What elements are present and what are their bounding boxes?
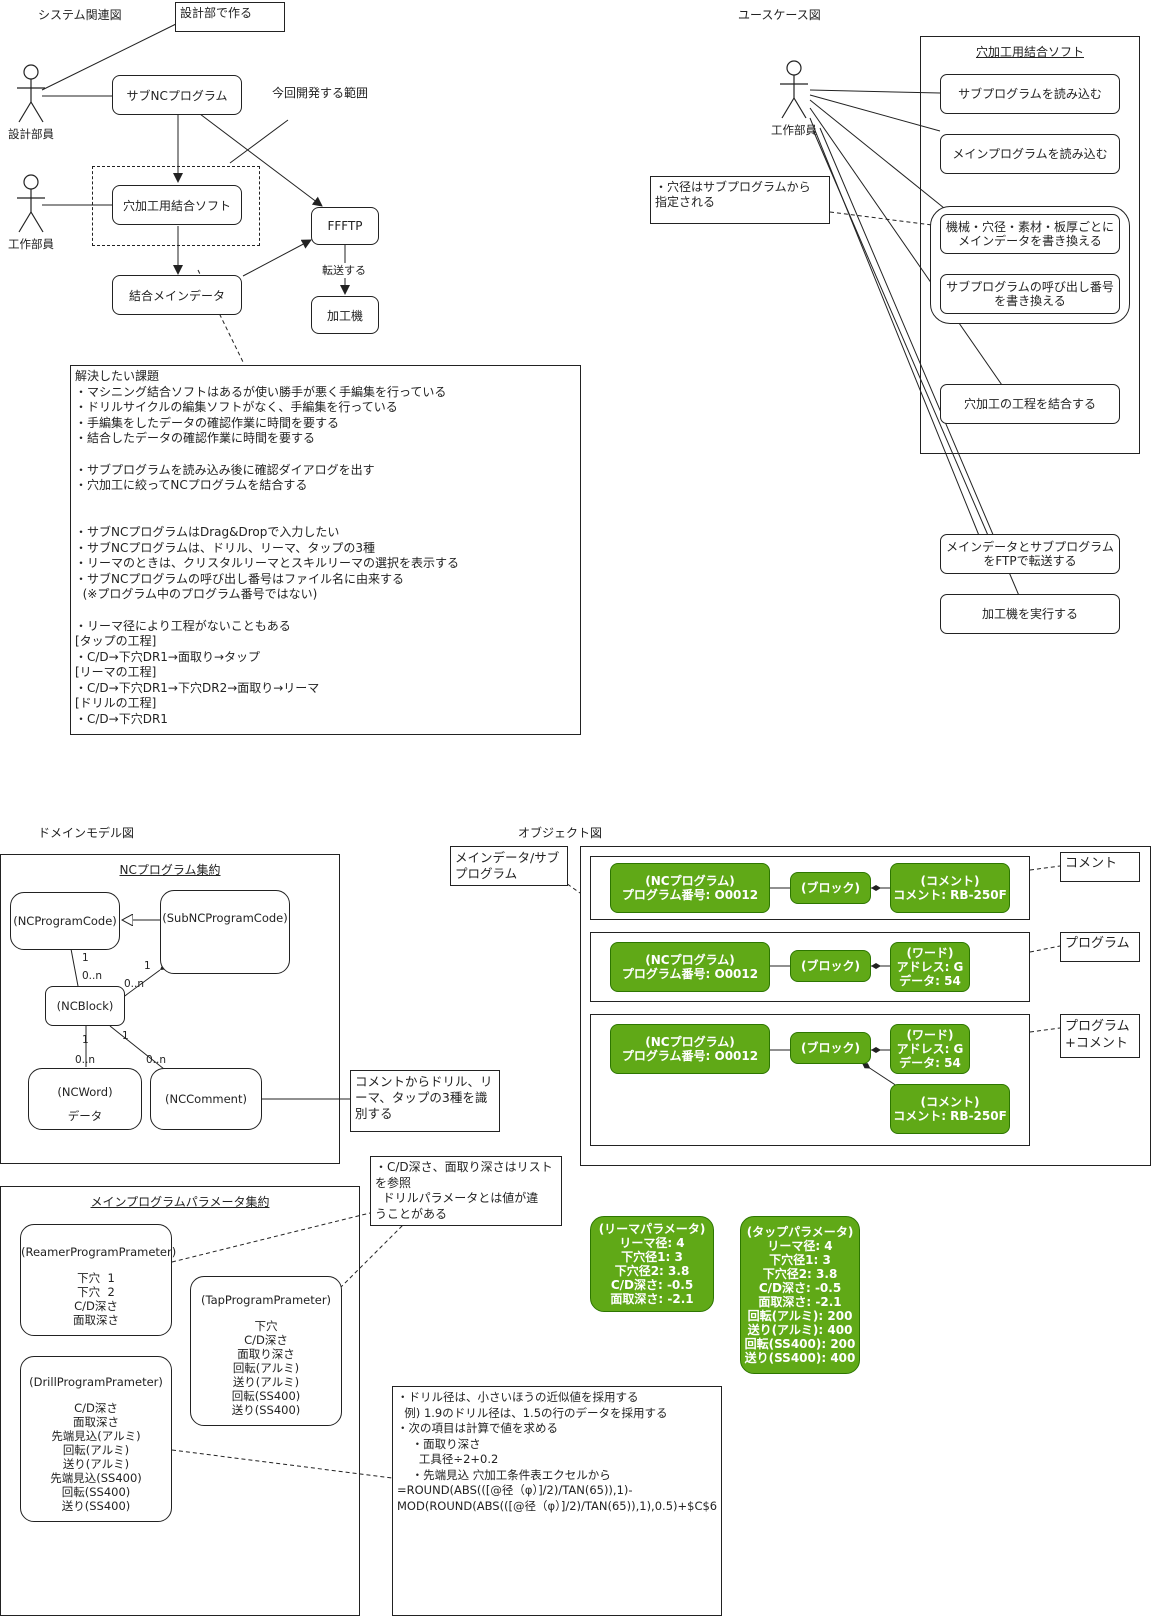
label-program-comment: プログラム +コメント (1060, 1014, 1140, 1058)
class-tap-parameter-name: (TapProgramPrameter) (200, 1293, 332, 1307)
usecase-rewrite-call[interactable]: サブプログラムの呼び出し番号 を書き換える (940, 274, 1120, 314)
class-tap-parameter[interactable]: (TapProgramPrameter) 下穴 C/D深さ 面取り深さ 回転(ア… (190, 1276, 342, 1426)
nc-program-aggregate-title: NCプログラム集約 (119, 863, 221, 877)
reamer-param-line: C/D深さ: -0.5 (610, 1278, 694, 1292)
person-icon (17, 64, 45, 123)
reamer-parameter-object-title: (リーマパラメータ) (598, 1222, 706, 1236)
reamer-param-line: 下穴径1: 3 (621, 1250, 683, 1264)
diagram-canvas: システム関連図 設計部で作る 設計部員 工作部員 サブNCプログラム 今回開発す… (0, 0, 1151, 1616)
tap-param-line: 送り(SS400): 400 (744, 1351, 856, 1365)
class-reamer-parameter-name: (ReamerProgramPrameter) (21, 1245, 177, 1259)
reamer-param-line: リーマ径: 4 (619, 1236, 685, 1250)
reamer-param-line: 面取深さ: -2.1 (610, 1292, 694, 1306)
ffftp-node[interactable]: FFFTP (311, 207, 379, 245)
actor-usecase-work: 工作部員 (769, 60, 819, 140)
mult-label: 0..n (146, 1054, 167, 1066)
class-sub-nc-program-code-name: (SubNCProgramCode) (162, 911, 288, 925)
class-sub-nc-program-code[interactable]: (SubNCProgramCode) (160, 890, 290, 974)
usecase-ftp-transfer[interactable]: メインデータとサブプログラム をFTPで転送する (940, 534, 1120, 574)
class-nc-word[interactable]: (NCWord) データ (28, 1068, 142, 1130)
tap-param-line: 回転(SS400): 200 (744, 1337, 856, 1351)
class-nc-program-code-name: (NCProgramCode) (13, 914, 117, 928)
object-block[interactable]: (ブロック) (790, 872, 871, 904)
drill-calculation-note: ・ドリル径は、小さいほうの近似値を採用する 例) 1.9のドリル径は、1.5の行… (392, 1386, 722, 1616)
object-comment[interactable]: (コメント) コメント: RB-250F (890, 1084, 1010, 1134)
system-diagram-title: システム関連図 (38, 8, 122, 22)
usecase-execute[interactable]: 加工機を実行する (940, 594, 1120, 634)
object-diagram-title: オブジェクト図 (518, 826, 603, 840)
scope-label: 今回開発する範囲 (272, 86, 369, 100)
actor-work-staff: 工作部員 (6, 174, 56, 254)
tap-param-line: 下穴径1: 3 (769, 1253, 831, 1267)
class-reamer-parameter[interactable]: (ReamerProgramPrameter) 下穴 1 下穴 2 C/D深さ … (20, 1224, 177, 1336)
issues-note: 解決したい課題 ・マシニング結合ソフトはあるが使い勝手が悪く手編集を行っている … (70, 365, 581, 735)
tap-param-line: C/D深さ: -0.5 (758, 1281, 842, 1295)
tap-parameter-object[interactable]: (タップパラメータ) リーマ径: 4 下穴径1: 3 下穴径2: 3.8 C/D… (740, 1216, 860, 1374)
object-comment[interactable]: (コメント) コメント: RB-250F (890, 863, 1010, 913)
class-nc-block-name: (NCBlock) (56, 999, 114, 1013)
system-boundary-title: 穴加工用結合ソフト (975, 45, 1084, 59)
usecase-rewrite-main[interactable]: 機械・穴径・素材・板厚ごとに メインデータを書き換える (940, 214, 1120, 254)
mult-label: 1 (82, 1034, 89, 1046)
machine-node[interactable]: 加工機 (311, 296, 379, 334)
mult-label: 0..n (124, 978, 145, 990)
class-drill-parameter-name: (DrillProgramPrameter) (29, 1375, 163, 1389)
object-block[interactable]: (ブロック) (790, 1032, 871, 1064)
label-comment: コメント (1060, 852, 1140, 882)
usecase-merge[interactable]: 穴加工の工程を結合する (940, 384, 1120, 424)
comment-identify-note: コメントからドリル、リ ーマ、タップの3種を識 別する (350, 1070, 500, 1132)
class-drill-parameter[interactable]: (DrillProgramPrameter) C/D深さ 面取深さ 先端見込(ア… (20, 1356, 172, 1522)
merged-main-data-node[interactable]: 結合メインデータ (112, 275, 242, 315)
hole-software-node[interactable]: 穴加工用結合ソフト (112, 185, 242, 225)
tap-param-line: 回転(アルミ): 200 (747, 1309, 853, 1323)
actor-design-label: 設計部員 (8, 127, 54, 141)
usecase-read-main[interactable]: メインプログラムを読み込む (940, 134, 1120, 174)
class-nc-word-attr: データ (67, 1109, 103, 1123)
usecase-read-sub[interactable]: サブプログラムを読み込む (940, 74, 1120, 114)
reamer-param-line: 下穴径2: 3.8 (614, 1264, 690, 1278)
tap-param-line: 下穴径2: 3.8 (762, 1267, 838, 1281)
sub-nc-program-node[interactable]: サブNCプログラム (112, 75, 242, 115)
object-nc-program[interactable]: (NCプログラム) プログラム番号: O0012 (610, 942, 770, 992)
designed-by-note: 設計部で作る (175, 2, 285, 32)
class-nc-comment-name: (NCComment) (165, 1092, 247, 1106)
class-tap-parameter-attrs: 下穴 C/D深さ 面取り深さ 回転(アルミ) 送り(アルミ) 回転(SS400)… (231, 1319, 301, 1417)
class-nc-block[interactable]: (NCBlock) (45, 986, 125, 1026)
mult-label: 0..n (82, 970, 103, 982)
reamer-parameter-object[interactable]: (リーマパラメータ) リーマ径: 4 下穴径1: 3 下穴径2: 3.8 C/D… (590, 1216, 714, 1312)
class-nc-program-code[interactable]: (NCProgramCode) (10, 892, 120, 950)
tap-param-line: リーマ径: 4 (767, 1239, 833, 1253)
object-nc-program[interactable]: (NCプログラム) プログラム番号: O0012 (610, 1024, 770, 1074)
param-aggregate-title: メインプログラムパラメータ集約 (90, 1195, 270, 1209)
tap-parameter-object-title: (タップパラメータ) (746, 1225, 854, 1239)
person-icon (17, 174, 45, 233)
edge-scope-label (229, 119, 289, 164)
object-word[interactable]: (ワード) アドレス: G データ: 54 (890, 1024, 970, 1074)
hole-diameter-note: ・穴径はサブプログラムから 指定される (650, 176, 830, 224)
mult-label: 1 (82, 952, 89, 964)
label-program: プログラム (1060, 932, 1140, 962)
mult-label: 1 (144, 960, 151, 972)
usecase-diagram-title: ユースケース図 (738, 8, 821, 22)
main-sub-note: メインデータ/サブ プログラム (450, 846, 568, 886)
object-word[interactable]: (ワード) アドレス: G データ: 54 (890, 942, 970, 992)
tap-param-line: 送り(アルミ): 400 (747, 1323, 853, 1337)
class-nc-comment[interactable]: (NCComment) (150, 1068, 262, 1130)
mult-label: 1 (122, 1030, 129, 1042)
mult-label: 0..n (75, 1054, 96, 1066)
person-icon (780, 60, 808, 119)
actor-design-staff: 設計部員 (6, 64, 56, 144)
tap-param-line: 面取深さ: -2.1 (758, 1295, 842, 1309)
class-nc-word-name: (NCWord) (57, 1085, 113, 1099)
actor-usecase-label: 工作部員 (771, 123, 817, 137)
domain-model-title: ドメインモデル図 (38, 826, 135, 840)
depth-reference-note: ・C/D深さ、面取り深さはリスト を参照 ドリルパラメータとは値が違 うことがあ… (370, 1156, 562, 1226)
transfer-label: 転送する (322, 263, 366, 278)
object-nc-program[interactable]: (NCプログラム) プログラム番号: O0012 (610, 863, 770, 913)
class-drill-parameter-attrs: C/D深さ 面取深さ 先端見込(アルミ) 回転(アルミ) 送り(アルミ) 先端見… (50, 1401, 142, 1513)
object-block[interactable]: (ブロック) (790, 950, 871, 982)
actor-work-label: 工作部員 (8, 237, 54, 251)
class-reamer-parameter-attrs: 下穴 1 下穴 2 C/D深さ 面取深さ (73, 1271, 119, 1327)
